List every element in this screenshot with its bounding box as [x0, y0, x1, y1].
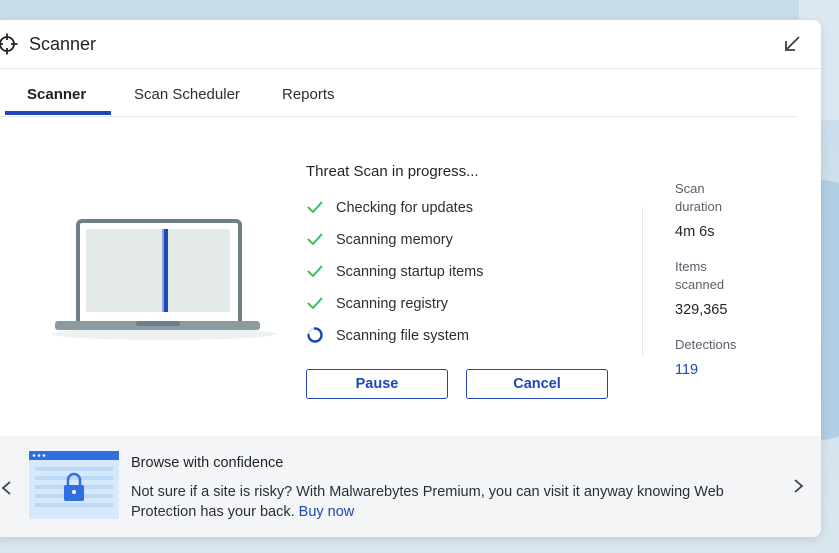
scan-duration-value: 4m 6s — [675, 224, 715, 240]
window-title: Scanner — [29, 34, 97, 54]
chevron-right-icon[interactable] — [791, 479, 805, 493]
items-scanned-value: 329,365 — [675, 302, 728, 318]
items-scanned-label: Items scanned — [675, 259, 725, 292]
scanner-window: Scanner Scanner Scan Scheduler Reports T… — [0, 20, 821, 537]
tab-reports[interactable]: Reports — [282, 86, 335, 103]
crosshair-icon — [0, 33, 18, 55]
cancel-button[interactable]: Cancel — [466, 369, 608, 399]
stats-divider — [642, 207, 643, 355]
promo-title: Browse with confidence — [131, 455, 284, 471]
promo-text: Not sure if a site is risky? With Malwar… — [131, 484, 724, 520]
tab-bar: Scanner Scan Scheduler Reports — [0, 68, 797, 117]
promo-banner: Browse with confidence Not sure if a sit… — [0, 436, 821, 537]
arrow-down-left-icon[interactable] — [783, 35, 801, 53]
detections-label: Detections — [675, 337, 737, 352]
spinner-icon — [307, 327, 323, 343]
browser-lock-icon — [29, 451, 119, 519]
active-tab-indicator — [5, 111, 111, 115]
checkmark-icon — [307, 233, 323, 246]
checkmark-icon — [307, 265, 323, 278]
scan-step-label: Scanning file system — [336, 328, 469, 344]
promo-description: Not sure if a site is risky? With Malwar… — [131, 482, 771, 522]
pause-button[interactable]: Pause — [306, 369, 448, 399]
scan-step-label: Checking for updates — [336, 200, 474, 216]
title-bar: Scanner — [0, 20, 821, 69]
scan-status-title: Threat Scan in progress... — [306, 163, 479, 180]
laptop-scan-illustration — [52, 219, 276, 340]
chevron-left-icon[interactable] — [0, 481, 14, 495]
checkmark-icon — [307, 201, 323, 214]
scan-duration-label: Scan duration — [675, 181, 722, 214]
detections-value[interactable]: 119 — [675, 362, 698, 378]
scan-step-label: Scanning startup items — [336, 264, 484, 280]
buy-now-link[interactable]: Buy now — [299, 504, 355, 520]
tab-scanner[interactable]: Scanner — [27, 86, 86, 103]
scan-step-label: Scanning memory — [336, 232, 453, 248]
tab-scan-scheduler[interactable]: Scan Scheduler — [134, 86, 240, 103]
scan-step-label: Scanning registry — [336, 296, 449, 312]
checkmark-icon — [307, 297, 323, 310]
